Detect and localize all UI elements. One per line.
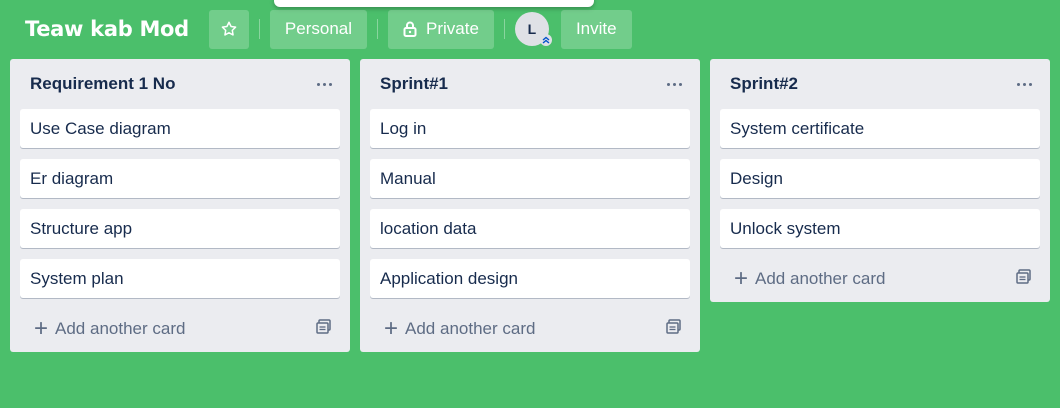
- card-template-icon[interactable]: [666, 318, 682, 339]
- add-card-label: Add another card: [405, 318, 536, 338]
- card-list: System certificate Design Unlock system: [710, 109, 1050, 248]
- team-visibility-label: Personal: [284, 19, 353, 38]
- card[interactable]: Use Case diagram: [20, 109, 340, 148]
- card[interactable]: System plan: [20, 259, 340, 298]
- add-card-button[interactable]: + Add another card: [734, 264, 886, 292]
- add-card-button[interactable]: + Add another card: [34, 314, 186, 342]
- invite-button[interactable]: Invite: [560, 9, 632, 49]
- board-header: Teaw kab Mod Personal Private L Invite: [0, 9, 1060, 49]
- card-list: Use Case diagram Er diagram Structure ap…: [10, 109, 350, 298]
- card[interactable]: Design: [720, 159, 1040, 198]
- list-title[interactable]: Requirement 1 No: [30, 74, 175, 94]
- card[interactable]: System certificate: [720, 109, 1040, 148]
- card[interactable]: Application design: [370, 259, 690, 298]
- card[interactable]: Unlock system: [720, 209, 1040, 248]
- add-card-row: + Add another card: [710, 255, 1050, 302]
- list-requirement: Requirement 1 No Use Case diagram Er dia…: [10, 59, 350, 352]
- privacy-label: Private: [426, 19, 479, 38]
- add-card-label: Add another card: [55, 318, 186, 338]
- plus-icon: +: [34, 314, 49, 342]
- card[interactable]: Structure app: [20, 209, 340, 248]
- card[interactable]: Er diagram: [20, 159, 340, 198]
- card-template-icon[interactable]: [316, 318, 332, 339]
- card[interactable]: Manual: [370, 159, 690, 198]
- board-title[interactable]: Teaw kab Mod: [25, 17, 189, 41]
- add-card-row: + Add another card: [360, 305, 700, 352]
- list-header: Sprint#1: [360, 59, 700, 109]
- member-avatar[interactable]: L: [514, 12, 552, 49]
- list-header: Requirement 1 No: [10, 59, 350, 109]
- invite-label: Invite: [575, 19, 617, 38]
- list-title[interactable]: Sprint#2: [730, 74, 798, 94]
- card[interactable]: Log in: [370, 109, 690, 148]
- add-card-row: + Add another card: [10, 305, 350, 352]
- lock-icon: [403, 21, 417, 37]
- plus-icon: +: [734, 264, 749, 292]
- card-template-icon[interactable]: [1016, 268, 1032, 289]
- add-card-label: Add another card: [755, 268, 886, 288]
- chevron-up-double-icon: [539, 33, 552, 49]
- popover-edge: [274, 0, 594, 7]
- header-divider: [377, 19, 379, 39]
- card-list: Log in Manual location data Application …: [360, 109, 700, 298]
- team-visibility-button[interactable]: Personal: [269, 9, 368, 49]
- list-header: Sprint#2: [710, 59, 1050, 109]
- card[interactable]: location data: [370, 209, 690, 248]
- avatar-initial: L: [527, 21, 537, 37]
- ellipsis-icon[interactable]: [313, 79, 336, 90]
- star-icon: [221, 21, 237, 36]
- ellipsis-icon[interactable]: [1013, 79, 1036, 90]
- ellipsis-icon[interactable]: [663, 79, 686, 90]
- list-sprint-2: Sprint#2 System certificate Design Unloc…: [710, 59, 1050, 302]
- list-sprint-1: Sprint#1 Log in Manual location data App…: [360, 59, 700, 352]
- add-card-button[interactable]: + Add another card: [384, 314, 536, 342]
- privacy-button[interactable]: Private: [388, 9, 494, 49]
- header-divider: [503, 19, 505, 39]
- star-button[interactable]: [208, 9, 249, 49]
- list-title[interactable]: Sprint#1: [380, 74, 448, 94]
- plus-icon: +: [384, 314, 399, 342]
- header-divider: [258, 19, 260, 39]
